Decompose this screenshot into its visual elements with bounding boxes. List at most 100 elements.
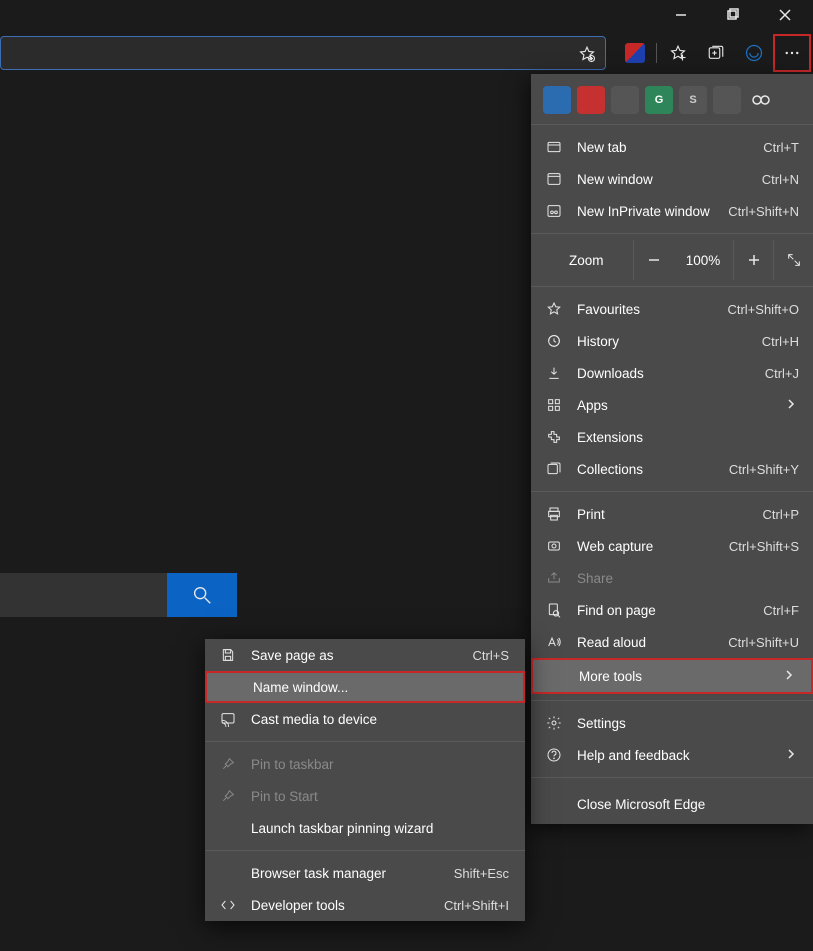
star-icon xyxy=(545,301,563,317)
read-aloud-icon xyxy=(545,634,563,650)
submenu-pin-start: Pin to Start xyxy=(205,780,525,812)
window-maximize-button[interactable] xyxy=(719,4,747,26)
menu-help[interactable]: Help and feedback xyxy=(531,739,813,771)
menu-label: Favourites xyxy=(577,302,713,317)
submenu-label: Save page as xyxy=(251,648,459,663)
extensions-row: G S xyxy=(531,74,813,118)
menu-label: New window xyxy=(577,172,748,187)
menu-separator xyxy=(531,233,813,234)
menu-label: Collections xyxy=(577,462,715,477)
menu-label: Apps xyxy=(577,398,771,413)
menu-shortcut: Ctrl+Shift+Y xyxy=(729,462,799,477)
submenu-separator xyxy=(205,850,525,851)
submenu-save-page[interactable]: Save page as Ctrl+S xyxy=(205,639,525,671)
submenu-developer-tools[interactable]: Developer tools Ctrl+Shift+I xyxy=(205,889,525,921)
cast-icon xyxy=(219,711,237,727)
apps-icon xyxy=(545,397,563,413)
submenu-name-window[interactable]: Name window... xyxy=(205,671,525,703)
submenu-shortcut: Shift+Esc xyxy=(454,866,509,881)
fullscreen-button[interactable] xyxy=(773,240,813,280)
collections-button-icon[interactable] xyxy=(697,34,735,72)
menu-find-on-page[interactable]: Find on page Ctrl+F xyxy=(531,594,813,626)
toolbar-icons xyxy=(610,34,813,72)
favourites-button-icon[interactable] xyxy=(659,34,697,72)
address-bar[interactable] xyxy=(0,36,606,70)
window-titlebar xyxy=(0,0,813,30)
ext-icon-grammarly[interactable]: G xyxy=(645,86,673,114)
submenu-label: Cast media to device xyxy=(251,712,509,727)
ext-icon-2[interactable] xyxy=(577,86,605,114)
more-options-button[interactable] xyxy=(773,34,811,72)
find-icon xyxy=(545,602,563,618)
extensions-icon xyxy=(545,429,563,445)
new-window-icon xyxy=(545,171,563,187)
browser-toolbar xyxy=(0,32,813,74)
share-icon xyxy=(545,570,563,586)
menu-shortcut: Ctrl+Shift+S xyxy=(729,539,799,554)
capture-icon xyxy=(545,538,563,554)
menu-shortcut: Ctrl+N xyxy=(762,172,799,187)
menu-new-tab[interactable]: New tab Ctrl+T xyxy=(531,131,813,163)
settings-and-more-menu: G S New tab Ctrl+T New window Ctrl+N New… xyxy=(531,74,813,824)
menu-shortcut: Ctrl+Shift+N xyxy=(728,204,799,219)
menu-collections[interactable]: Collections Ctrl+Shift+Y xyxy=(531,453,813,485)
menu-new-inprivate[interactable]: New InPrivate window Ctrl+Shift+N xyxy=(531,195,813,227)
menu-extensions[interactable]: Extensions xyxy=(531,421,813,453)
submenu-separator xyxy=(205,741,525,742)
chevron-right-icon xyxy=(785,748,799,763)
menu-label: History xyxy=(577,334,748,349)
zoom-label: Zoom xyxy=(531,253,631,268)
menu-new-window[interactable]: New window Ctrl+N xyxy=(531,163,813,195)
window-minimize-button[interactable] xyxy=(667,4,695,26)
ext-icon-s[interactable]: S xyxy=(679,86,707,114)
menu-web-capture[interactable]: Web capture Ctrl+Shift+S xyxy=(531,530,813,562)
submenu-label: Pin to Start xyxy=(251,789,509,804)
pin-icon xyxy=(219,756,237,772)
menu-label: Share xyxy=(577,571,799,586)
submenu-shortcut: Ctrl+Shift+I xyxy=(444,898,509,913)
submenu-cast[interactable]: Cast media to device xyxy=(205,703,525,735)
menu-print[interactable]: Print Ctrl+P xyxy=(531,498,813,530)
ext-icon-1[interactable] xyxy=(543,86,571,114)
menu-shortcut: Ctrl+T xyxy=(763,140,799,155)
menu-settings[interactable]: Settings xyxy=(531,707,813,739)
print-icon xyxy=(545,506,563,522)
menu-apps[interactable]: Apps xyxy=(531,389,813,421)
toolbar-separator xyxy=(656,43,657,63)
window-close-button[interactable] xyxy=(771,4,799,26)
zoom-out-button[interactable] xyxy=(633,240,673,280)
zoom-in-button[interactable] xyxy=(733,240,773,280)
menu-favourites[interactable]: Favourites Ctrl+Shift+O xyxy=(531,293,813,325)
page-search-button[interactable] xyxy=(167,573,237,617)
chevron-right-icon xyxy=(783,669,797,684)
ext-icon-3[interactable] xyxy=(611,86,639,114)
menu-label: Extensions xyxy=(577,430,799,445)
menu-separator xyxy=(531,124,813,125)
submenu-task-manager[interactable]: Browser task manager Shift+Esc xyxy=(205,857,525,889)
submenu-label: Launch taskbar pinning wizard xyxy=(251,821,509,836)
menu-label: More tools xyxy=(579,669,769,684)
gear-icon xyxy=(545,715,563,731)
pin-icon xyxy=(219,788,237,804)
menu-shortcut: Ctrl+H xyxy=(762,334,799,349)
menu-shortcut: Ctrl+F xyxy=(763,603,799,618)
menu-close-edge[interactable]: Close Microsoft Edge xyxy=(531,784,813,824)
page-search-input[interactable] xyxy=(0,573,167,617)
profile-icon[interactable] xyxy=(616,34,654,72)
menu-history[interactable]: History Ctrl+H xyxy=(531,325,813,357)
extension-pill-icon[interactable] xyxy=(735,34,773,72)
favourite-star-icon[interactable] xyxy=(575,42,599,66)
menu-shortcut: Ctrl+P xyxy=(763,507,799,522)
ext-icon-eyes[interactable] xyxy=(747,86,775,114)
menu-more-tools[interactable]: More tools xyxy=(531,658,813,694)
menu-downloads[interactable]: Downloads Ctrl+J xyxy=(531,357,813,389)
download-icon xyxy=(545,365,563,381)
submenu-launch-wizard[interactable]: Launch taskbar pinning wizard xyxy=(205,812,525,844)
submenu-label: Name window... xyxy=(253,680,507,695)
menu-label: Web capture xyxy=(577,539,715,554)
menu-read-aloud[interactable]: Read aloud Ctrl+Shift+U xyxy=(531,626,813,658)
ext-icon-ublock[interactable] xyxy=(713,86,741,114)
menu-share: Share xyxy=(531,562,813,594)
menu-label: New InPrivate window xyxy=(577,204,714,219)
submenu-label: Browser task manager xyxy=(251,866,440,881)
